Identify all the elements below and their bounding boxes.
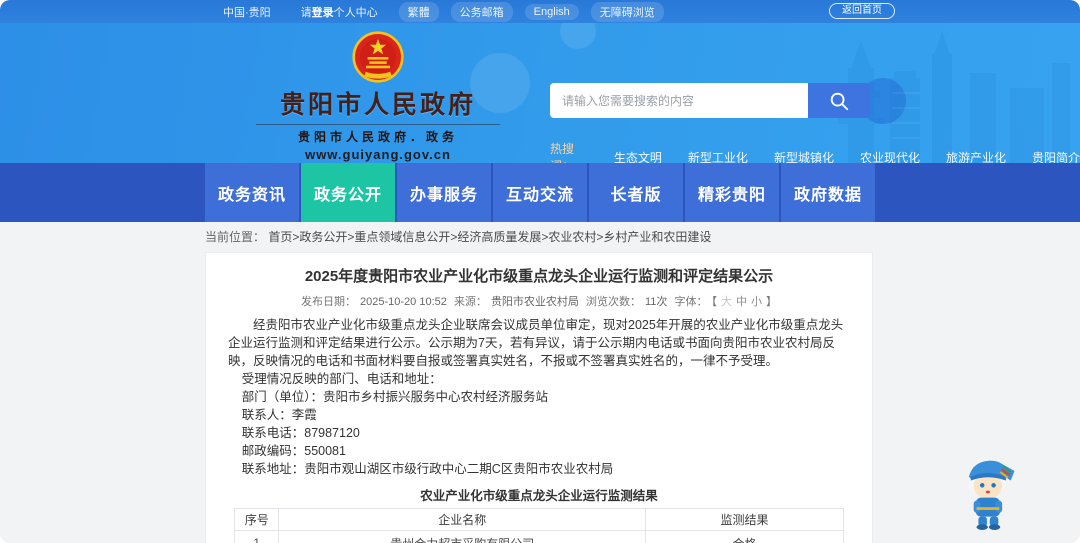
top-utility-bar: 中国·贵阳 请登录个人中心 繁體 公务邮箱 English 无障碍浏览 返回首页	[0, 0, 1080, 23]
search-icon	[830, 92, 849, 110]
mascot-assistant[interactable]	[948, 448, 1024, 534]
search-bar	[550, 83, 870, 118]
hot-search-links: 生态文明 新型工业化 新型城镇化 农业现代化 旅游产业化 贵阳简介	[614, 149, 1080, 164]
bokeh-decoration	[560, 23, 596, 49]
divider	[256, 124, 500, 125]
nav-item-default[interactable]: 政府数据	[781, 163, 875, 222]
hot-search-link[interactable]: 旅游产业化	[946, 149, 1006, 164]
article-paragraph: 受理情况反映的部门、电话和地址：	[241, 372, 442, 386]
table-caption: 农业产业化市级重点龙头企业运行监测结果	[420, 489, 658, 503]
topbar-item[interactable]: 公务邮箱	[450, 1, 513, 22]
nav-item-default[interactable]: 政务资讯	[205, 163, 299, 222]
table-cell: 贵州合力超市采购有限公司	[278, 530, 647, 543]
breadcrumb: 当前位置： 首页>政务公开>重点领域信息公开>经济高质量发展>农业农村>乡村产业…	[205, 228, 711, 245]
hot-search-link[interactable]: 新型城镇化	[774, 149, 834, 164]
article-meta: 发布日期： 2025-10-20 10:52 来源： 贵阳市农业农村局 浏览次数： 1…	[228, 293, 850, 309]
column-header-company: 企业名称	[278, 508, 647, 531]
topbar-item[interactable]: 繁體	[398, 1, 439, 22]
topbar-item[interactable]: 无障碍浏览	[590, 1, 664, 22]
site-url: www.guiyang.gov.cn	[305, 147, 451, 162]
nav-item-default[interactable]: 精彩贵阳	[685, 163, 779, 222]
table-row: 1贵州合力超市采购有限公司合格	[233, 530, 844, 543]
source-label: 来源：	[453, 296, 487, 308]
main-navigation: 政务资讯 政务公开 办事服务 互动交流 长者版 精彩贵阳 政府数据	[0, 163, 1080, 222]
source: 贵阳市农业农村局	[490, 296, 579, 308]
site-logo[interactable]: 贵阳市人民政府 贵阳市人民政府．政务 www.guiyang.gov.cn	[238, 31, 518, 162]
article-body: 经贵阳市农业产业化市级重点龙头企业联席会议成员单位审定，现对2025年开展的农业…	[228, 316, 850, 478]
article-paragraph: 联系地址：贵阳市观山湖区市级行政中心二期C区贵阳市农业农村局	[241, 462, 614, 476]
breadcrumb-path[interactable]: 首页>政务公开>重点领域信息公开>经济高质量发展>农业农村>乡村产业和农田建设	[268, 230, 711, 244]
publish-date: 2025-10-20 10:52	[360, 296, 447, 308]
hot-search-link[interactable]: 生态文明	[614, 149, 662, 164]
topbar-item[interactable]: 请登录个人中心	[292, 2, 387, 22]
article-paragraph: 经贵阳市农业产业化市级重点龙头企业联席会议成员单位审定，现对2025年开展的农业…	[228, 318, 844, 368]
topbar-item[interactable]: 中国·贵阳	[214, 2, 280, 22]
hot-search-link[interactable]: 新型工业化	[688, 149, 748, 164]
article-paragraph: 联系人：李霞	[241, 408, 317, 422]
font-size-small-button[interactable]: 小	[751, 296, 762, 308]
monitoring-result-table: 序号 企业名称 监测结果 1贵州合力超市采购有限公司合格2贵州友禾种业有限公司合…	[233, 508, 844, 543]
article-paragraph: 部门（单位）：贵阳市乡村振兴服务中心农村经济服务站	[241, 390, 549, 404]
site-subtitle: 贵阳市人民政府．政务	[297, 130, 458, 144]
article-paragraph: 邮政编码：550081	[241, 444, 346, 458]
table-cell: 1	[233, 530, 280, 543]
column-header-result: 监测结果	[645, 508, 844, 531]
article-card: 2025年度贵阳市农业产业化市级重点龙头企业运行监测和评定结果公示 发布日期： 2…	[205, 252, 873, 543]
font-size-large-button[interactable]: 大	[721, 296, 732, 308]
search-button[interactable]	[808, 83, 870, 118]
breadcrumb-label: 当前位置：	[205, 230, 266, 244]
hot-search-row: 热搜词： 生态文明 新型工业化 新型城镇化 农业现代化 旅游产业化 贵阳简介	[550, 140, 1080, 163]
topbar-links: 中国·贵阳 请登录个人中心 繁體 公务邮箱 English 无障碍浏览	[214, 1, 664, 22]
national-emblem-icon	[352, 31, 404, 83]
font-size-medium-button[interactable]: 中	[736, 296, 747, 308]
font-size-label: 字体：	[674, 296, 708, 308]
site-banner: 贵阳市人民政府 贵阳市人民政府．政务 www.guiyang.gov.cn 热搜…	[0, 23, 1080, 163]
article-title: 2025年度贵阳市农业产业化市级重点龙头企业运行监测和评定结果公示	[304, 268, 774, 285]
bracket: 【	[711, 296, 717, 308]
table-header-row: 序号 企业名称 监测结果	[233, 508, 844, 531]
article-paragraph: 联系电话：87987120	[241, 426, 360, 440]
table-cell: 合格	[645, 530, 844, 543]
page: 中国·贵阳请登录个人中心繁體公务邮箱 English 无障碍浏览 返回首页	[0, 0, 1080, 543]
views-label: 浏览次数：	[586, 296, 641, 308]
views: 11次	[645, 296, 668, 308]
nav-item-active[interactable]: 政务公开	[301, 163, 395, 222]
nav-list: 政务资讯 政务公开 办事服务 互动交流 长者版 精彩贵阳 政府数据	[205, 163, 875, 222]
bracket: 】	[765, 296, 777, 308]
nav-item-default[interactable]: 办事服务	[397, 163, 491, 222]
nav-item-default[interactable]: 长者版	[589, 163, 683, 222]
publish-date-label: 发布日期：	[301, 296, 357, 308]
hot-search-link[interactable]: 农业现代化	[860, 149, 920, 164]
hot-search-link[interactable]: 贵阳简介	[1032, 149, 1080, 164]
hot-search-label: 热搜词：	[550, 142, 575, 163]
column-header-no: 序号	[233, 508, 280, 531]
nav-item-default[interactable]: 互动交流	[493, 163, 587, 222]
return-home-button[interactable]: 返回首页	[829, 3, 895, 19]
site-name: 贵阳市人民政府	[279, 91, 476, 119]
search-input[interactable]	[550, 83, 808, 118]
topbar-item[interactable]: English	[524, 3, 579, 20]
